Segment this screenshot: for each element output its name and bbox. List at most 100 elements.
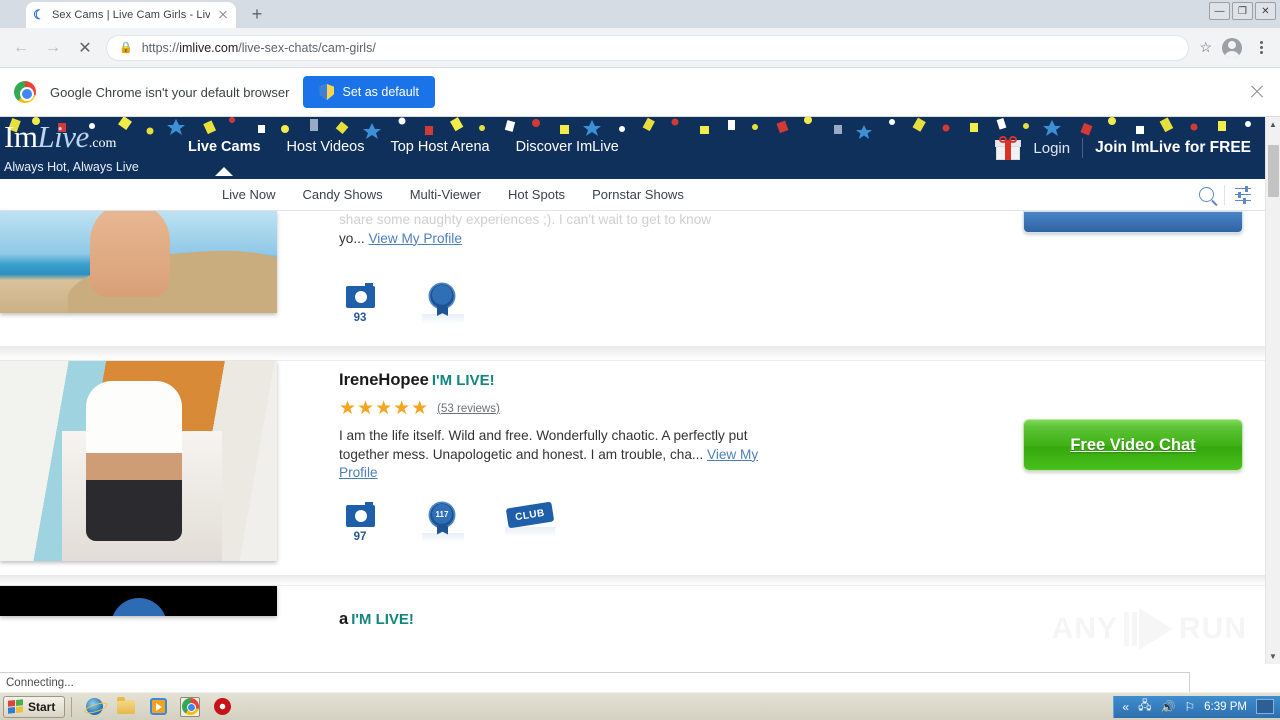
host-thumbnail[interactable] xyxy=(0,361,277,561)
host-thumbnail[interactable] xyxy=(0,211,277,313)
close-icon[interactable] xyxy=(216,8,230,22)
host-listing-row[interactable]: a I'M LIVE! xyxy=(0,585,1265,658)
set-as-default-label: Set as default xyxy=(342,85,419,99)
nav-item-discover-imlive[interactable]: Discover ImLive xyxy=(516,139,619,157)
host-description: share some naughty experiences ;). I can… xyxy=(339,212,712,227)
back-icon[interactable]: ← xyxy=(10,37,32,59)
infobar-close-icon[interactable] xyxy=(1248,83,1266,101)
divider xyxy=(1224,184,1225,205)
new-tab-button[interactable]: + xyxy=(244,1,270,27)
reviews-link[interactable]: (53 reviews) xyxy=(437,403,500,415)
volume-icon[interactable]: 🔊 xyxy=(1160,700,1175,714)
host-thumbnail-column xyxy=(0,211,290,324)
page-viewport: ImLive.com Always Hot, Always Live Live … xyxy=(0,117,1280,664)
opera-browser-icon[interactable] xyxy=(212,697,232,717)
browser-tab[interactable]: ☾ Sex Cams | Live Cam Girls - Live Sex xyxy=(26,2,236,28)
set-as-default-button[interactable]: Set as default xyxy=(303,76,435,108)
tab-strip: ☾ Sex Cams | Live Cam Girls - Live Sex +… xyxy=(0,0,1280,28)
star-icon[interactable]: ☆ xyxy=(1199,39,1212,56)
shield-icon xyxy=(319,84,335,100)
section-divider xyxy=(0,346,1265,360)
award-number: 117 xyxy=(435,510,449,519)
host-name[interactable]: IreneHopee xyxy=(339,371,429,389)
file-explorer-icon[interactable] xyxy=(116,696,136,717)
google-chrome-icon xyxy=(14,81,36,103)
host-cta-column: Free Video Chat xyxy=(1015,361,1265,561)
page-content: ImLive.com Always Hot, Always Live Live … xyxy=(0,117,1265,658)
host-info-column: IreneHopee I'M LIVE! ★★★★★ (53 reviews) I… xyxy=(290,361,1015,561)
window-controls: — ❐ ✕ xyxy=(1209,2,1276,20)
quick-launch-bar xyxy=(78,696,232,717)
tray-expand-icon[interactable]: « xyxy=(1122,700,1129,714)
page-scrollbar[interactable]: ▲ ▼ xyxy=(1265,117,1280,664)
subnav-item-multi-viewer[interactable]: Multi-Viewer xyxy=(410,187,481,202)
login-link[interactable]: Login xyxy=(1033,140,1070,157)
maximize-button[interactable]: ❐ xyxy=(1232,2,1253,20)
camera-photos-badge[interactable]: 93 xyxy=(339,283,381,324)
host-description-tail: yo... View My Profile xyxy=(339,230,462,246)
host-thumbnail-column xyxy=(0,361,290,561)
subnav-item-live-now[interactable]: Live Now xyxy=(222,187,275,202)
section-divider xyxy=(0,575,1265,585)
nav-item-live-cams[interactable]: Live Cams xyxy=(188,139,261,157)
subnav-item-pornstar-shows[interactable]: Pornstar Shows xyxy=(592,187,684,202)
system-tray: « 🖧 🔊 ⚐ 6:39 PM xyxy=(1113,695,1280,718)
google-chrome-icon[interactable] xyxy=(180,696,201,717)
scroll-up-arrow-icon[interactable]: ▲ xyxy=(1266,117,1280,132)
security-flag-icon[interactable]: ⚐ xyxy=(1184,700,1195,714)
clipped-blue-button[interactable] xyxy=(1023,211,1243,233)
clock[interactable]: 6:39 PM xyxy=(1204,701,1247,713)
show-desktop-button[interactable] xyxy=(1256,699,1274,714)
subnav-item-hot-spots[interactable]: Hot Spots xyxy=(508,187,565,202)
host-thumbnail[interactable] xyxy=(0,586,277,616)
infobar-message: Google Chrome isn't your default browser xyxy=(50,84,290,100)
view-my-profile-link[interactable]: View My Profile xyxy=(368,231,461,246)
host-badges: 97 117 CLUB xyxy=(339,501,1015,543)
network-icon[interactable]: 🖧 xyxy=(1138,696,1151,717)
award-ribbon-icon xyxy=(430,284,456,316)
host-name-row: a I'M LIVE! xyxy=(339,610,1015,629)
media-player-icon[interactable] xyxy=(148,697,168,717)
start-button[interactable]: Start xyxy=(3,695,66,718)
club-badge[interactable]: CLUB xyxy=(505,501,555,543)
host-listing-row[interactable]: IreneHopee I'M LIVE! ★★★★★ (53 reviews) I… xyxy=(0,360,1265,575)
search-icon[interactable] xyxy=(1199,187,1214,202)
photo-count: 93 xyxy=(353,312,367,324)
sub-nav-actions xyxy=(1199,184,1265,205)
stop-loading-icon[interactable]: ✕ xyxy=(74,37,96,59)
trophy-award-badge[interactable] xyxy=(422,284,464,324)
kebab-menu-icon[interactable] xyxy=(1252,40,1270,55)
host-name[interactable]: a xyxy=(339,610,348,628)
forward-icon[interactable]: → xyxy=(42,37,64,59)
close-window-button[interactable]: ✕ xyxy=(1255,2,1276,20)
status-bar: Connecting... xyxy=(0,672,1190,692)
camera-photos-badge[interactable]: 97 xyxy=(339,501,381,543)
nav-item-top-host-arena[interactable]: Top Host Arena xyxy=(390,139,489,157)
scroll-down-arrow-icon[interactable]: ▼ xyxy=(1266,649,1280,664)
scrollbar-thumb[interactable] xyxy=(1268,145,1279,197)
profile-avatar-icon[interactable] xyxy=(1222,37,1242,58)
badge-reflection xyxy=(422,532,464,543)
browser-window: ☾ Sex Cams | Live Cam Girls - Live Sex +… xyxy=(0,0,1280,692)
site-header: ImLive.com Always Hot, Always Live Live … xyxy=(0,117,1265,179)
gift-box-icon[interactable] xyxy=(995,136,1022,160)
star-rating-icon: ★★★★★ xyxy=(339,398,430,419)
address-bar[interactable]: 🔒 https://imlive.com/live-sex-chats/cam-… xyxy=(106,34,1190,61)
filter-sliders-icon[interactable] xyxy=(1235,185,1251,204)
join-free-link[interactable]: Join ImLive for FREE xyxy=(1095,139,1251,157)
play-button-icon[interactable] xyxy=(110,598,167,616)
award-badge[interactable]: 117 xyxy=(422,502,464,543)
main-navigation: Live Cams Host Videos Top Host Arena Dis… xyxy=(188,139,619,157)
host-listing-row[interactable]: share some naughty experiences ;). I can… xyxy=(0,211,1265,346)
free-video-chat-button[interactable]: Free Video Chat xyxy=(1023,419,1243,471)
divider xyxy=(1082,138,1084,158)
internet-explorer-icon[interactable] xyxy=(84,697,104,717)
host-description: I am the life itself. Wild and free. Won… xyxy=(339,428,759,480)
site-logo[interactable]: ImLive.com Always Hot, Always Live xyxy=(0,121,178,174)
minimize-button[interactable]: — xyxy=(1209,2,1230,20)
subnav-item-candy-shows[interactable]: Candy Shows xyxy=(302,187,382,202)
nav-item-host-videos[interactable]: Host Videos xyxy=(287,139,365,157)
logo-tagline: Always Hot, Always Live xyxy=(4,160,139,174)
windows-flag-icon xyxy=(8,699,23,714)
host-cta-column xyxy=(1015,586,1265,644)
